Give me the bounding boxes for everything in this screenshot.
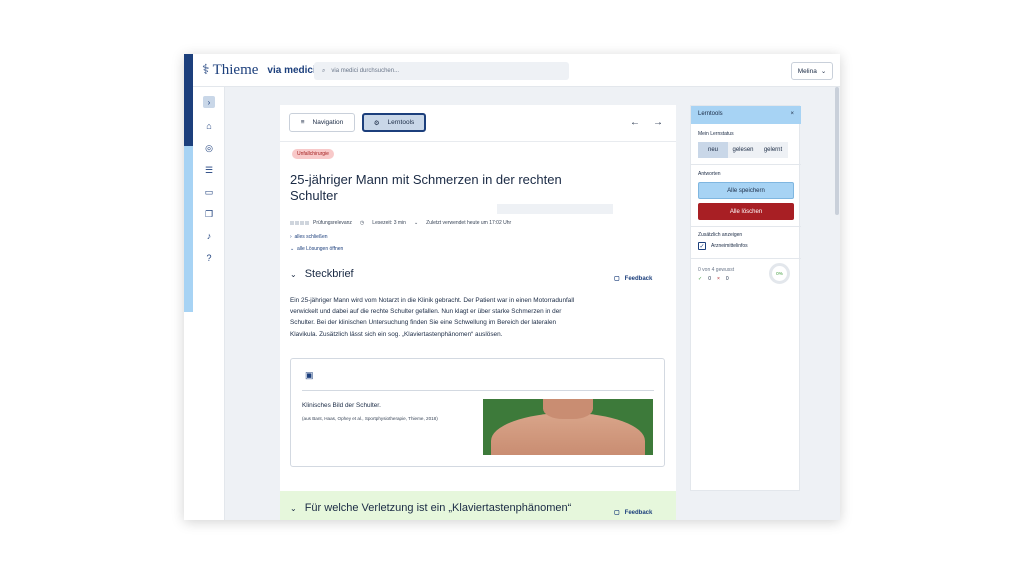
image-icon: ▣ <box>305 370 314 380</box>
close-all-link[interactable]: › alles schließen <box>290 234 328 240</box>
chevron-down-icon: ⌄ <box>290 503 297 513</box>
read-time: Lesezeit: 3 min <box>372 220 406 226</box>
drug-info-checkbox-row[interactable]: ✓ Arzneimittelinfos <box>698 242 748 250</box>
user-menu-button[interactable]: Melina ⌄ <box>791 62 833 80</box>
app-window: ⚕ Thieme via medici ⌕ via medici durchsu… <box>184 54 840 520</box>
search-input[interactable]: ⌕ via medici durchsuchen... <box>314 62 569 80</box>
feedback-button[interactable]: ▢ Feedback <box>614 275 653 283</box>
score-row: ✓ 0 × 0 <box>698 276 729 282</box>
search-icon: ⌕ <box>322 67 326 74</box>
relevance-dots <box>290 221 310 225</box>
extra-label: Zusätzlich anzeigen <box>698 232 743 238</box>
save-all-button[interactable]: Alle speichern <box>698 182 794 199</box>
accent-top <box>184 54 193 146</box>
question-header[interactable]: ⌄ Für welche Verletzung ist ein „Klavier… <box>290 502 571 514</box>
status-option-neu[interactable]: neu <box>698 142 728 158</box>
divider <box>691 258 801 259</box>
clock-icon: ◷ <box>359 220 365 226</box>
menu-icon: ≡ <box>300 119 305 126</box>
home-icon[interactable]: ⌂ <box>203 120 215 132</box>
navigation-label: Navigation <box>312 119 344 126</box>
shoulder-image[interactable] <box>483 399 653 455</box>
sidebar-rail: › ⌂ ◎ ☰ ▭ ❐ ♪ ? <box>193 87 225 520</box>
relevance-indicator: Prüfungsrelevanz <box>290 220 352 226</box>
lerntools-label: Lerntools <box>387 119 415 126</box>
navigation-button[interactable]: ≡ Navigation <box>289 113 355 132</box>
open-solutions-link[interactable]: ⌄ alle Lösungen öffnen <box>290 246 343 252</box>
search-placeholder: via medici durchsuchen... <box>331 68 400 74</box>
drug-info-label: Arzneimittelinfos <box>711 243 748 249</box>
article-toolbar: ≡ Navigation ⚙ Lerntools ← → <box>280 105 676 142</box>
delete-all-button[interactable]: Alle löschen <box>698 203 794 220</box>
logo[interactable]: ⚕ Thieme via medici <box>202 62 316 79</box>
neck-shape <box>543 399 593 419</box>
feedback-label: Feedback <box>624 509 653 516</box>
figure-card: ▣ Klinisches Bild der Schulter. (aus Ban… <box>290 358 665 467</box>
accent-mid <box>184 146 193 312</box>
lerntools-panel: Lerntools × Mein Lernstatus neu gelesen … <box>690 105 801 491</box>
arrow-left-icon[interactable]: ← <box>630 117 640 128</box>
help-icon[interactable]: ? <box>203 252 215 264</box>
category-badge: Unfallchirurgie <box>292 149 334 159</box>
page-title: 25-jähriger Mann mit Schmerzen in der re… <box>290 172 562 203</box>
map-pin-icon[interactable]: ◎ <box>203 142 215 154</box>
wrong-count: 0 <box>725 276 729 282</box>
checkbox[interactable]: ✓ <box>698 242 706 250</box>
last-used: Zuletzt verwendet heute um 17:02 Uhr <box>426 220 512 226</box>
status-option-gelernt[interactable]: gelernt <box>758 142 788 158</box>
status-segmented-control: neu gelesen gelernt <box>698 142 788 158</box>
article-content: ≡ Navigation ⚙ Lerntools ← → Unfallchiru… <box>280 105 676 520</box>
question-block: ⌄ Für welche Verletzung ist ein „Klavier… <box>280 491 676 520</box>
divider <box>691 226 801 227</box>
list-icon[interactable]: ☰ <box>203 164 215 176</box>
progress-ring: 0% <box>769 263 790 284</box>
logo-text: Thieme <box>212 62 259 78</box>
comment-icon: ▢ <box>614 510 620 516</box>
top-bar: ⚕ Thieme via medici ⌕ via medici durchsu… <box>193 54 840 87</box>
lerntools-button[interactable]: ⚙ Lerntools <box>362 113 426 132</box>
panel-title: Lerntools <box>698 111 723 117</box>
placeholder-bar <box>497 204 613 214</box>
divider <box>691 164 801 165</box>
scrollbar[interactable] <box>835 87 839 215</box>
book-icon[interactable]: ▭ <box>203 186 215 198</box>
figure-caption: Klinisches Bild der Schulter. <box>302 402 381 409</box>
feedback-label: Feedback <box>624 275 653 282</box>
user-name: Melina <box>797 67 817 75</box>
arrow-right-icon[interactable]: → <box>653 117 663 128</box>
figure-source: (aus Bant, Haas, Ophey et al., Sportphys… <box>302 416 438 421</box>
sliders-icon: ⚙ <box>373 119 380 127</box>
section-title: Steckbrief <box>304 268 354 280</box>
relevance-label: Prüfungsrelevanz <box>313 220 352 226</box>
status-option-gelesen[interactable]: gelesen <box>728 142 758 158</box>
thieme-logo-icon: ⚕ <box>202 63 210 78</box>
question-feedback-button[interactable]: ▢ Feedback <box>614 509 653 517</box>
status-label: Mein Lernstatus <box>698 131 734 137</box>
history-icon: ⌄ <box>413 220 419 226</box>
divider <box>302 390 654 391</box>
cards-icon[interactable]: ❐ <box>203 208 215 220</box>
panel-header: Lerntools × <box>691 106 801 124</box>
close-icon[interactable]: × <box>790 111 794 119</box>
section-steckbrief-header[interactable]: ⌄ Steckbrief <box>290 268 354 280</box>
logo-subtitle: via medici <box>267 65 316 76</box>
article-meta: Prüfungsrelevanz ◷ Lesezeit: 3 min ⌄ Zul… <box>290 220 511 226</box>
progress-text: 0 von 4 gewusst <box>698 267 735 273</box>
expand-sidebar-button[interactable]: › <box>203 96 215 108</box>
question-text: Für welche Verletzung ist ein „Klavierta… <box>304 502 572 514</box>
answers-label: Antworten <box>698 171 721 177</box>
cross-icon: × <box>716 276 720 282</box>
chevron-down-icon: ⌄ <box>820 68 827 75</box>
correct-count: 0 <box>708 276 711 282</box>
check-icon: ✓ <box>698 276 703 282</box>
microphone-icon[interactable]: ♪ <box>203 230 215 242</box>
shoulder-skin <box>491 413 645 455</box>
comment-icon: ▢ <box>614 276 620 282</box>
case-paragraph: Ein 25-jähriger Mann wird vom Notarzt in… <box>290 297 575 338</box>
chevron-down-icon: ⌄ <box>290 269 297 279</box>
